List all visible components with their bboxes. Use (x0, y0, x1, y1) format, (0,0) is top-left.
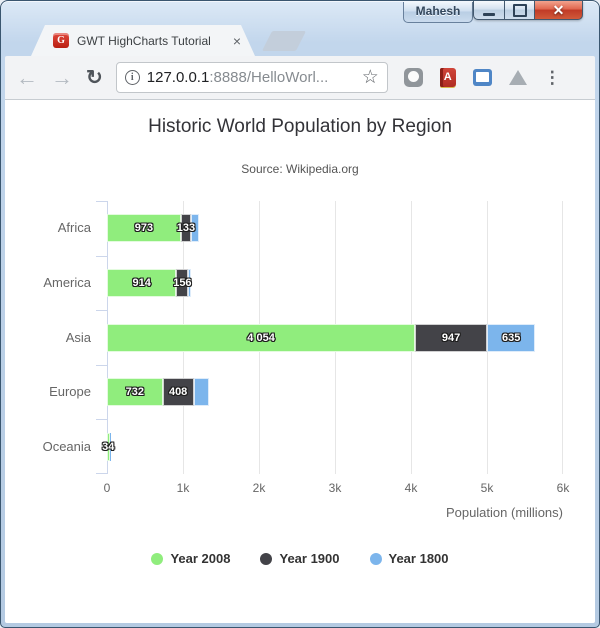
chart-subtitle: Source: Wikipedia.org (241, 162, 359, 176)
profile-button[interactable]: Mahesh (403, 2, 473, 23)
page-info-icon[interactable]: i (124, 70, 140, 85)
x-tick-label: 5k (480, 481, 494, 495)
chart-title: Historic World Population by Region (148, 116, 452, 137)
category-label-africa: Africa (57, 220, 91, 236)
x-tick-label: 4k (404, 481, 418, 495)
legend-item-year-1900[interactable]: Year 1900 (260, 551, 340, 566)
back-icon[interactable]: ← (16, 66, 38, 89)
browser-menu-icon[interactable]: ⋮ (544, 69, 561, 86)
gwt-favicon-icon: G (53, 33, 69, 48)
bar-value-label: 914 (132, 276, 151, 289)
x-tick-label: 1k (176, 481, 190, 495)
legend-marker-icon (260, 552, 273, 565)
category-tick (96, 473, 107, 474)
bar-value-label: 34 (102, 440, 115, 453)
bar-segment-asia-year-1800[interactable]: 635 (487, 323, 536, 352)
category-tick (96, 201, 107, 202)
bar-segment-europe-year-2008[interactable]: 732 (107, 378, 163, 407)
bar-value-label: 973 (134, 222, 154, 235)
category-label-oceania: Oceania (42, 438, 91, 454)
legend-item-year-2008[interactable]: Year 2008 (151, 551, 230, 566)
maximize-icon (512, 3, 527, 17)
bar-segment-asia-year-2008[interactable]: 4 054 (107, 323, 416, 352)
reload-icon[interactable]: ↻ (86, 68, 103, 88)
x-tick-label: 6k (556, 481, 570, 495)
legend-label: Year 2008 (170, 551, 231, 566)
bar-value-label: 4 054 (247, 331, 275, 344)
bar-segment-europe-year-1900[interactable]: 408 (162, 378, 194, 407)
bar-segment-america-year-2008[interactable]: 914 (107, 268, 177, 297)
category-tick (96, 255, 107, 257)
forward-icon[interactable]: → (51, 66, 73, 89)
legend-marker-icon (151, 552, 164, 565)
category-tick (96, 310, 107, 312)
bar-row-asia: 4 054 947 635 (107, 323, 563, 352)
category-label-europe: Europe (49, 384, 91, 400)
url-path: :8888/HelloWorl... (209, 69, 329, 86)
bar-value-label: 408 (168, 386, 188, 399)
minimize-icon (483, 13, 495, 16)
plot-area: Africa 973 133 America 914 156 Asia 4 054 947 635… (43, 201, 563, 474)
maximize-button[interactable] (505, 1, 535, 20)
extension-moon-icon[interactable] (403, 68, 423, 87)
address-bar[interactable]: i 127.0.0.1:8888/HelloWorl... ☆ (115, 62, 388, 93)
url-text: 127.0.0.1:8888/HelloWorl... (147, 69, 355, 86)
minimize-button[interactable] (473, 1, 505, 20)
bar-value-label: 133 (176, 222, 196, 235)
x-axis-title: Population (millions) (445, 505, 563, 520)
bar-row-africa: 973 133 (107, 214, 563, 243)
extension-files-icon[interactable] (472, 69, 492, 86)
bookmark-star-icon[interactable]: ☆ (362, 68, 379, 87)
extension-dictionary-icon[interactable]: A (439, 68, 456, 87)
bar-segment-america-year-1900[interactable]: 156 (173, 268, 192, 297)
bar-value-label: 732 (125, 386, 144, 399)
chart-legend: Year 2008 Year 1900 Year 1800 (5, 551, 595, 566)
bar-value-label: 156 (173, 276, 192, 289)
x-tick-label: 2k (252, 481, 266, 495)
bar-segment-asia-year-1900[interactable]: 947 (415, 323, 488, 352)
bar-segment-africa-year-1900[interactable]: 133 (177, 214, 195, 243)
titlebar: Mahesh ✕ G GWT HighCharts Tutorial × (5, 1, 595, 56)
url-host: 127.0.0.1 (146, 69, 210, 86)
bar-value-label: 635 (502, 331, 521, 344)
bar-value-label: 947 (441, 331, 461, 344)
legend-marker-icon (369, 552, 382, 565)
browser-window: Mahesh ✕ G GWT HighCharts Tutorial × ← →… (0, 0, 600, 628)
extensions-area: A ⋮ (403, 68, 561, 87)
new-tab-button[interactable] (261, 31, 307, 51)
category-tick (96, 364, 107, 366)
bar-row-europe: 732 408 (107, 378, 563, 407)
close-window-button[interactable]: ✕ (535, 1, 583, 20)
category-label-america: America (43, 274, 91, 290)
browser-tab[interactable]: G GWT HighCharts Tutorial × (31, 25, 255, 56)
x-tick-label: 0 (103, 481, 111, 495)
bar-row-america: 914 156 (107, 268, 563, 297)
tab-close-icon[interactable]: × (233, 34, 241, 48)
legend-label: Year 1900 (279, 551, 340, 566)
category-label-asia: Asia (65, 329, 91, 345)
close-icon: ✕ (552, 1, 565, 18)
bar-row-oceania: 34 (102, 432, 563, 461)
tab-title: GWT HighCharts Tutorial (77, 33, 211, 48)
window-controls: ✕ (473, 1, 583, 20)
category-tick (96, 419, 107, 421)
bar-segment-africa-year-2008[interactable]: 973 (107, 214, 181, 243)
legend-item-year-1800[interactable]: Year 1800 (369, 551, 449, 566)
bar-segment-europe-year-1800[interactable] (193, 378, 210, 407)
x-tick-label: 3k (328, 481, 342, 495)
legend-label: Year 1800 (388, 551, 449, 566)
page-content: Historic World Population by Region Sour… (5, 100, 595, 623)
browser-toolbar: ← → ↻ i 127.0.0.1:8888/HelloWorl... ☆ A … (5, 56, 595, 100)
drive-icon[interactable] (508, 70, 527, 85)
